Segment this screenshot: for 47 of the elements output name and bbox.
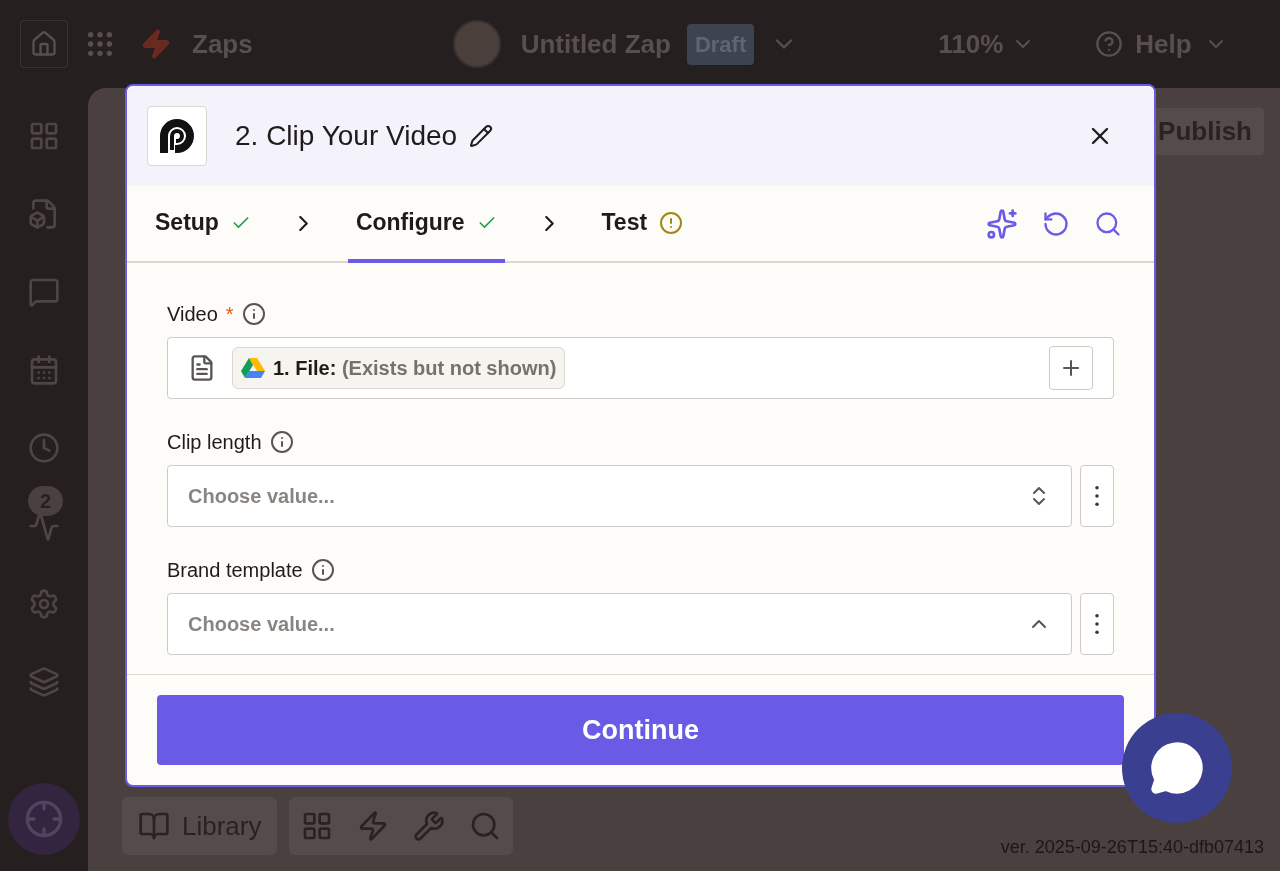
avatar[interactable] <box>452 20 501 68</box>
select-field[interactable]: Choose value... <box>167 593 1072 655</box>
settings-icon[interactable] <box>28 588 60 620</box>
edit-icon[interactable] <box>469 124 494 148</box>
lightning-icon <box>140 28 172 60</box>
home-icon <box>30 30 58 58</box>
chat-bubble-icon <box>1149 740 1205 796</box>
home-button[interactable] <box>20 20 68 68</box>
info-icon[interactable] <box>310 558 335 582</box>
undo-icon[interactable] <box>1042 209 1070 238</box>
more-button[interactable] <box>1080 465 1114 527</box>
drive-logo-icon <box>241 356 265 380</box>
help-icon <box>1095 30 1124 58</box>
more-button[interactable] <box>1080 593 1114 655</box>
wrench-icon[interactable] <box>413 810 446 842</box>
step-tab[interactable]: Configure <box>347 186 505 263</box>
calendar-icon[interactable] <box>28 354 60 386</box>
step-tab[interactable]: Setup <box>147 186 259 263</box>
select-placeholder: Choose value... <box>188 484 336 509</box>
info-icon[interactable] <box>241 302 266 326</box>
apps-icon[interactable] <box>28 120 60 152</box>
step-title: 2. Clip Your Video <box>235 119 458 153</box>
field-label: Video <box>167 302 218 327</box>
step-tab[interactable]: Test <box>593 186 692 263</box>
sparkles-icon[interactable] <box>986 207 1018 240</box>
layers-icon[interactable] <box>28 666 60 698</box>
app-logo-icon <box>157 116 197 156</box>
chevron-right-icon <box>298 216 308 231</box>
add-button[interactable] <box>1049 346 1093 390</box>
more-icon <box>1095 486 1099 506</box>
target-icon <box>24 799 64 839</box>
select-placeholder: Choose value... <box>188 612 336 637</box>
mapped-field[interactable]: 1. File: (Exists but not shown) <box>167 337 1114 399</box>
more-icon <box>1095 614 1099 634</box>
field-label: Clip length <box>167 430 262 455</box>
info-icon[interactable] <box>269 430 294 454</box>
book-icon <box>138 810 170 842</box>
clock-icon[interactable] <box>28 432 60 464</box>
data-token[interactable]: 1. File: (Exists but not shown) <box>232 347 566 389</box>
chat-icon[interactable] <box>28 276 60 308</box>
required-mark: * <box>225 304 234 324</box>
field-label: Brand template <box>167 558 303 583</box>
token-text: 1. File: (Exists but not shown) <box>273 356 557 381</box>
chevron-right-icon <box>544 216 554 231</box>
continue-button[interactable]: Continue <box>157 695 1124 765</box>
search-icon[interactable] <box>1094 209 1122 238</box>
select-field[interactable]: Choose value... <box>167 465 1072 527</box>
